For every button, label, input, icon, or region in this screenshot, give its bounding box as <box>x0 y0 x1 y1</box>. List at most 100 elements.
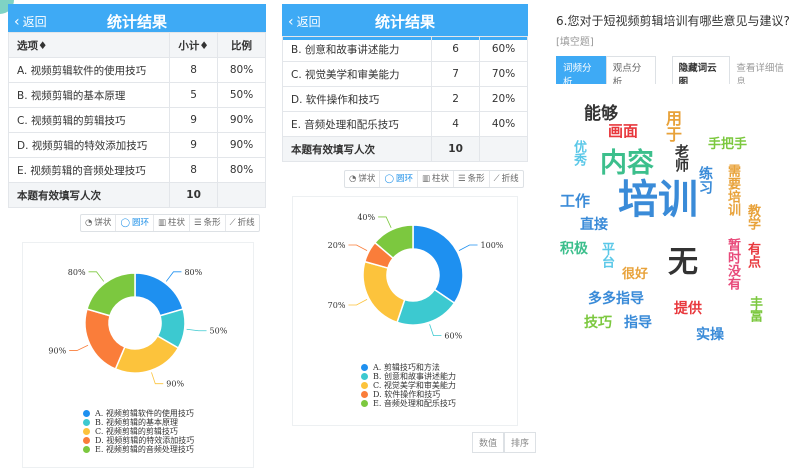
back-label: 返回 <box>296 15 321 29</box>
chart-type-label: 饼状 <box>358 174 376 184</box>
chart-type-column[interactable]: ▥ 柱状 <box>418 171 455 187</box>
row-count: 7 <box>431 61 481 87</box>
row-pct: 60% <box>479 36 528 62</box>
chart-type-label: 饼状 <box>94 218 112 228</box>
word-cloud-term[interactable]: 多多指导 <box>588 292 644 306</box>
legend-label: C. 视觉美学和审美能力 <box>373 381 456 390</box>
chevron-left-icon: ‹ <box>288 14 294 30</box>
chart-type-donut[interactable]: ◯ 圆环 <box>380 171 418 187</box>
word-cloud-term[interactable]: 画面 <box>608 124 638 139</box>
chart-type-line[interactable]: ⟋ 折线 <box>490 171 523 187</box>
word-cloud-term[interactable]: 积极 <box>560 242 588 256</box>
chart-type-bar[interactable]: ☰ 条形 <box>454 171 490 187</box>
word-cloud-term[interactable]: 提供 <box>674 302 702 316</box>
chart-type-bar[interactable]: ☰ 条形 <box>190 215 226 231</box>
legend-item[interactable]: D. 视频剪辑的特效添加技巧 <box>83 436 194 445</box>
chart-type-label: 条形 <box>203 218 221 228</box>
back-button[interactable]: ‹ 返回 <box>288 4 321 40</box>
row-option: E. 音频处理和配乐技巧 <box>281 111 433 137</box>
word-cloud-term[interactable]: 有点 <box>745 242 760 268</box>
row-count: 4 <box>431 111 481 137</box>
row-option: B. 视频剪辑的基本原理 <box>7 82 171 108</box>
legend-item[interactable]: D. 软件操作和技巧 <box>361 390 456 399</box>
legend-item[interactable]: A. 剪辑技巧和方法 <box>361 363 456 372</box>
word-cloud-term[interactable]: 实操 <box>696 328 724 342</box>
word-cloud-term[interactable]: 需要培训 <box>725 164 740 216</box>
legend-label: D. 视频剪辑的特效添加技巧 <box>95 436 195 445</box>
row-pct: 80% <box>217 157 266 183</box>
legend-item[interactable]: E. 视频剪辑的音频处理技巧 <box>83 445 194 454</box>
row-pct: 20% <box>479 86 528 112</box>
chart-type-label: 柱状 <box>168 218 186 228</box>
row-count: 8 <box>169 157 219 183</box>
word-cloud-term[interactable]: 能够 <box>584 106 618 123</box>
word-cloud-term[interactable]: 用于 <box>663 110 682 142</box>
chart-type-pie[interactable]: ◔ 饼状 <box>81 215 117 231</box>
legend-item[interactable]: C. 视觉美学和审美能力 <box>361 381 456 390</box>
stats-panel-2: ‹ 返回 统计结果 B. 创意和故事讲述能力 6 60% C. 视觉美学和审美能力… <box>281 4 528 426</box>
word-cloud-term[interactable]: 老师 <box>673 144 689 172</box>
legend-swatch <box>361 382 368 389</box>
legend-swatch <box>83 428 90 435</box>
sort-button[interactable]: 排序 <box>504 432 537 453</box>
word-cloud-term[interactable]: 优秀 <box>571 140 586 166</box>
word-cloud-term[interactable]: 指导 <box>624 316 652 330</box>
table-row: C. 视觉美学和审美能力 7 70% <box>281 61 528 87</box>
legend-swatch <box>361 364 368 371</box>
label-leader-line <box>88 271 105 282</box>
table-row: E. 视频剪辑的音频处理技巧 8 80% <box>7 157 266 183</box>
word-cloud-term[interactable]: 教学 <box>745 204 760 230</box>
header-bar: ‹ 返回 统计结果 <box>282 4 528 40</box>
word-cloud-term[interactable]: 技巧 <box>584 316 612 330</box>
word-cloud-term[interactable]: 直接 <box>580 218 608 232</box>
chart-type-label: 折线 <box>237 218 255 228</box>
donut-slice[interactable] <box>362 260 406 324</box>
chart-type-line[interactable]: ⟋ 折线 <box>226 215 259 231</box>
legend-item[interactable]: E. 音频处理和配乐技巧 <box>361 399 456 408</box>
data-label: 80% <box>184 268 202 277</box>
chart-type-donut[interactable]: ◯ 圆环 <box>116 215 154 231</box>
col-header-count[interactable]: 小计♦ <box>169 32 219 58</box>
total-label: 本题有效填写人次 <box>281 136 433 162</box>
donut-slice[interactable] <box>134 272 184 317</box>
label-leader-line <box>165 271 182 282</box>
word-cloud-term[interactable]: 无 <box>668 248 698 278</box>
legend-item[interactable]: B. 视频剪辑的基本原理 <box>83 418 194 427</box>
data-label: 50% <box>210 327 228 336</box>
legend-swatch <box>83 410 90 417</box>
row-count: 8 <box>169 57 219 83</box>
word-cloud-term[interactable]: 工作 <box>560 194 590 209</box>
legend-label: E. 视频剪辑的音频处理技巧 <box>95 445 194 454</box>
word-cloud-term[interactable]: 手把手 <box>708 138 747 151</box>
donut-slice[interactable] <box>86 272 136 317</box>
table-row: C. 视频剪辑的剪辑技巧 9 90% <box>7 107 266 133</box>
legend-swatch <box>83 437 90 444</box>
values-toggle-button[interactable]: 数值 <box>472 432 505 453</box>
word-cloud-term[interactable]: 平台 <box>599 242 614 268</box>
word-cloud-term[interactable]: 很好 <box>622 268 648 281</box>
col-header-option[interactable]: 选项♦ <box>7 32 171 58</box>
word-cloud-term[interactable]: 丰富 <box>747 296 762 322</box>
legend-label: D. 软件操作和技巧 <box>373 390 441 399</box>
word-cloud-term[interactable]: 暂时没有 <box>725 238 740 290</box>
legend-item[interactable]: B. 创意和故事讲述能力 <box>361 372 456 381</box>
pie-icon: ◔ <box>85 218 93 228</box>
word-cloud-term[interactable]: 培训 <box>618 180 698 220</box>
donut-slice[interactable] <box>84 308 126 370</box>
word-cloud-term[interactable]: 练习 <box>697 166 713 194</box>
donut-icon: ◯ <box>384 174 394 184</box>
row-option: D. 视频剪辑的特效添加技巧 <box>7 132 171 158</box>
chart-type-column[interactable]: ▥ 柱状 <box>154 215 191 231</box>
table-row: B. 创意和故事讲述能力 6 60% <box>281 36 528 62</box>
pie-icon: ◔ <box>349 174 357 184</box>
word-cloud-term[interactable]: 内容 <box>600 150 654 177</box>
row-option: A. 视频剪辑软件的使用技巧 <box>7 57 171 83</box>
legend-item[interactable]: A. 视频剪辑软件的使用技巧 <box>83 409 194 418</box>
legend-item[interactable]: C. 视频剪辑的剪辑技巧 <box>83 427 194 436</box>
chart-type-pie[interactable]: ◔ 饼状 <box>345 171 381 187</box>
row-count: 5 <box>169 82 219 108</box>
legend-label: A. 视频剪辑软件的使用技巧 <box>95 409 194 418</box>
row-option: E. 视频剪辑的音频处理技巧 <box>7 157 171 183</box>
stats-panel-1: ‹ 返回 统计结果 选项♦ 小计♦ 比例 A. 视频剪辑软件的使用技巧 8 80%… <box>7 4 266 470</box>
donut-icon: ◯ <box>120 218 130 228</box>
